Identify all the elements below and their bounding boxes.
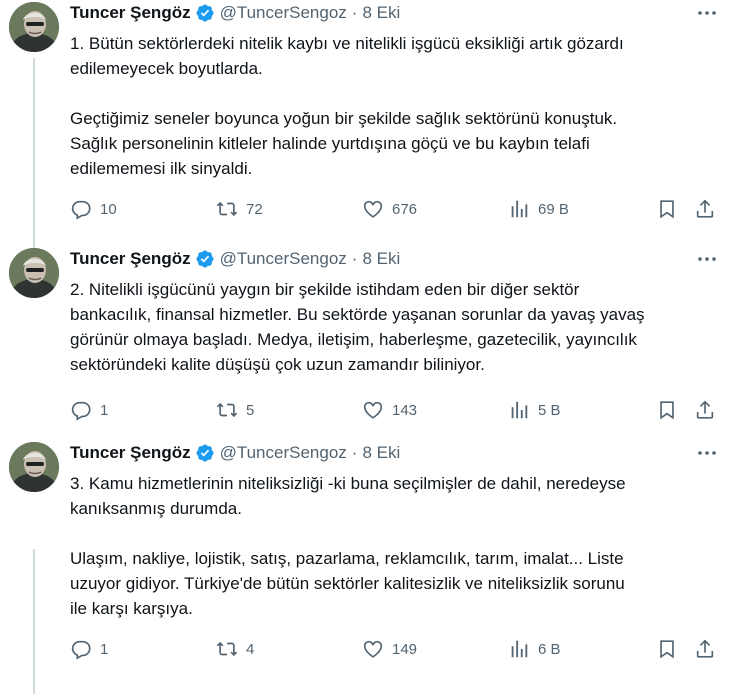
tweet-header: Tuncer Şengöz @TuncerSengoz · 8 Eki [70, 440, 400, 466]
author-name[interactable]: Tuncer Şengöz [70, 249, 191, 269]
share-icon [694, 198, 716, 220]
like-count: 676 [392, 200, 418, 218]
text-line: ile karşı karşıya. [70, 599, 193, 618]
author-name[interactable]: Tuncer Şengöz [70, 443, 191, 463]
tweet-text: 1. Bütün sektörlerdeki nitelik kaybı ve … [70, 31, 720, 181]
text-line: edilemeyecek boyutlarda. [70, 59, 263, 78]
views-button[interactable]: 69 B [508, 194, 569, 224]
tweet-text: 3. Kamu hizmetlerinin niteliksizliği -ki… [70, 471, 720, 621]
views-count: 69 B [538, 200, 569, 218]
reply-count: 10 [100, 200, 117, 218]
repost-button[interactable]: 5 [216, 395, 254, 425]
share-icon [694, 638, 716, 660]
author-handle[interactable]: @TuncerSengoz [220, 443, 347, 463]
like-button[interactable]: 143 [362, 395, 417, 425]
more-icon[interactable] [697, 446, 717, 460]
text-line: 1. Bütün sektörlerdeki nitelik kaybı ve … [70, 34, 624, 53]
verified-badge-icon [195, 443, 215, 463]
tweet-header: Tuncer Şengöz @TuncerSengoz · 8 Eki [70, 246, 400, 272]
repost-count: 4 [246, 640, 255, 658]
author-handle[interactable]: @TuncerSengoz [220, 3, 347, 23]
text-line: Ulaşım, nakliye, lojistik, satış, pazarl… [70, 549, 624, 568]
verified-badge-icon [195, 3, 215, 23]
thread-line [33, 58, 35, 254]
reply-button[interactable]: 10 [70, 194, 117, 224]
tweet-actions: 10 72 676 69 B [70, 194, 720, 224]
repost-button[interactable]: 72 [216, 194, 263, 224]
avatar[interactable] [9, 2, 59, 52]
tweet-date[interactable]: 8 Eki [362, 249, 400, 269]
text-line: sektöründeki kalite düşüşü çok uzun zama… [70, 355, 485, 374]
repost-count: 5 [246, 401, 255, 419]
repost-button[interactable]: 4 [216, 634, 254, 664]
tweet[interactable]: Tuncer Şengöz @TuncerSengoz · 8 Eki 1. Bütün… [0, 0, 735, 254]
bookmark-button[interactable] [656, 194, 678, 224]
like-count: 149 [392, 640, 418, 658]
bookmark-button[interactable] [656, 634, 678, 664]
views-button[interactable]: 6 B [508, 634, 561, 664]
repost-icon [216, 198, 246, 220]
separator: · [351, 443, 358, 462]
tweet-date[interactable]: 8 Eki [362, 3, 400, 23]
reply-icon [70, 638, 100, 660]
repost-icon [216, 638, 246, 660]
like-icon [362, 638, 392, 660]
tweet-actions: 1 5 143 5 B [70, 395, 720, 425]
tweet-header: Tuncer Şengöz @TuncerSengoz · 8 Eki [70, 0, 400, 26]
views-count: 5 B [538, 401, 561, 419]
tweet[interactable]: Tuncer Şengöz @TuncerSengoz · 8 Eki 3. Kamu … [0, 440, 735, 682]
reply-button[interactable]: 1 [70, 634, 108, 664]
text-line: görünür olmaya başladı. Medya, iletişim,… [70, 330, 637, 349]
tweet-date[interactable]: 8 Eki [362, 443, 400, 463]
text-line: 3. Kamu hizmetlerinin niteliksizliği -ki… [70, 474, 626, 493]
share-icon [694, 399, 716, 421]
like-icon [362, 399, 392, 421]
avatar[interactable] [9, 248, 59, 298]
separator: · [351, 3, 358, 22]
reply-count: 1 [100, 401, 109, 419]
repost-icon [216, 399, 246, 421]
text-line: bankacılık, finansal hizmetler. Bu sektö… [70, 305, 645, 324]
tweet-text: 2. Nitelikli işgücünü yaygın bir şekilde… [70, 277, 720, 377]
text-line: Sağlık personelinin kitleler halinde yur… [70, 134, 590, 153]
views-button[interactable]: 5 B [508, 395, 561, 425]
reply-button[interactable]: 1 [70, 395, 108, 425]
views-count: 6 B [538, 640, 561, 658]
more-icon[interactable] [697, 6, 717, 20]
share-button[interactable] [694, 634, 716, 664]
avatar[interactable] [9, 442, 59, 492]
verified-badge-icon [195, 249, 215, 269]
views-icon [508, 198, 538, 220]
separator: · [351, 249, 358, 268]
share-button[interactable] [694, 194, 716, 224]
like-button[interactable]: 149 [362, 634, 417, 664]
more-icon[interactable] [697, 252, 717, 266]
like-icon [362, 198, 392, 220]
reply-icon [70, 198, 100, 220]
bookmark-icon [656, 198, 678, 220]
bookmark-button[interactable] [656, 395, 678, 425]
repost-count: 72 [246, 200, 263, 218]
text-line: kanıksanmış durumda. [70, 499, 242, 518]
text-line: Geçtiğimiz seneler boyunca yoğun bir şek… [70, 109, 618, 128]
text-line: uzuyor gidiyor. Türkiye'de bütün sektörl… [70, 574, 625, 593]
like-button[interactable]: 676 [362, 194, 417, 224]
author-name[interactable]: Tuncer Şengöz [70, 3, 191, 23]
tweet-actions: 1 4 149 6 B [70, 634, 720, 664]
author-handle[interactable]: @TuncerSengoz [220, 249, 347, 269]
text-line: edilememesi ilk sinyaldi. [70, 159, 253, 178]
reply-icon [70, 399, 100, 421]
views-icon [508, 399, 538, 421]
bookmark-icon [656, 638, 678, 660]
text-line: 2. Nitelikli işgücünü yaygın bir şekilde… [70, 280, 580, 299]
reply-count: 1 [100, 640, 109, 658]
like-count: 143 [392, 401, 418, 419]
views-icon [508, 638, 538, 660]
share-button[interactable] [694, 395, 716, 425]
bookmark-icon [656, 399, 678, 421]
